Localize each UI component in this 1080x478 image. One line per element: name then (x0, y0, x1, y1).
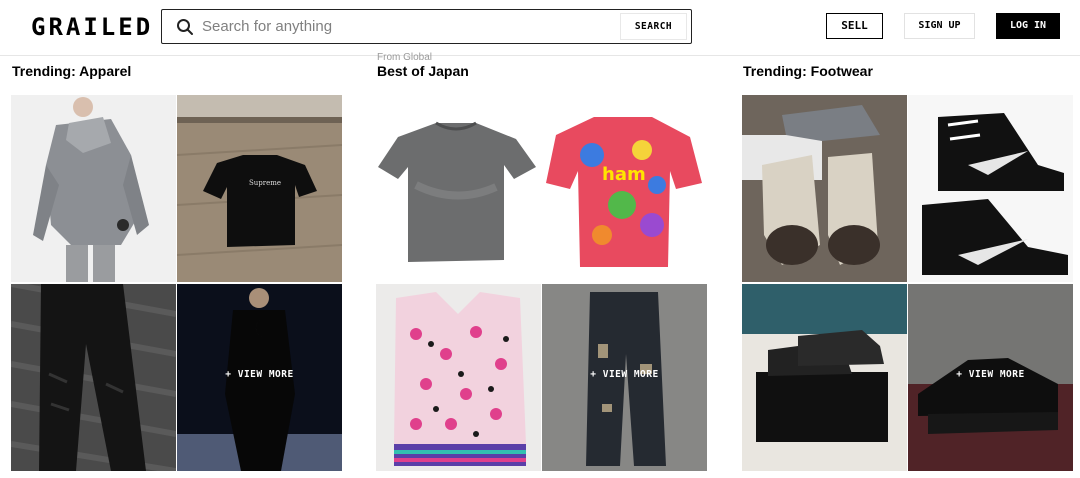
svg-text:Supreme: Supreme (249, 179, 281, 187)
product-image-tile[interactable] (376, 284, 541, 471)
sign-up-button[interactable]: SIGN UP (904, 13, 975, 39)
section-title[interactable]: Trending: Footwear (743, 63, 873, 79)
product-image-tile[interactable] (742, 95, 907, 282)
product-image-tile[interactable] (742, 284, 907, 471)
chanel-sneakers-image (742, 284, 907, 471)
product-grid: + VIEW MORE (742, 95, 1074, 471)
section-best-of-japan: From Global Best of Japan ham + VIEW MOR… (376, 52, 708, 478)
black-tee-image: Supreme (177, 95, 342, 282)
faded-grey-tee-image (376, 95, 541, 282)
product-image-tile[interactable] (11, 95, 176, 282)
product-image-tile[interactable]: ham (542, 95, 707, 282)
site-header: GRAILED SEARCH SELL SIGN UP LOG IN (0, 0, 1080, 56)
black-jeans-image (11, 284, 176, 471)
section-trending-footwear: Trending: Footwear + VIEW MORE (742, 56, 1074, 478)
search-input[interactable] (202, 14, 612, 39)
search-bar: SEARCH (161, 9, 692, 44)
search-button[interactable]: SEARCH (620, 13, 687, 40)
svg-text:ham: ham (602, 164, 646, 185)
product-grid: Supreme + VIEW MORE (11, 95, 343, 471)
product-image-tile[interactable] (908, 95, 1073, 282)
view-more-tile[interactable]: + VIEW MORE (908, 284, 1073, 471)
section-title[interactable]: Trending: Apparel (12, 63, 131, 79)
grey-anorak-image (11, 95, 176, 282)
product-grid: ham + VIEW MORE (376, 95, 708, 471)
view-more-tile[interactable]: + VIEW MORE (542, 284, 707, 471)
product-image-tile[interactable] (11, 284, 176, 471)
floral-shirt-image: ham (542, 95, 707, 282)
view-more-link[interactable]: + VIEW MORE (177, 369, 342, 380)
view-more-link[interactable]: + VIEW MORE (908, 369, 1073, 380)
section-title[interactable]: Best of Japan (377, 63, 469, 79)
product-image-tile[interactable]: Supreme (177, 95, 342, 282)
grailed-logo[interactable]: GRAILED (31, 13, 153, 41)
sell-button[interactable]: SELL (826, 13, 883, 39)
product-image-tile[interactable] (376, 95, 541, 282)
leopard-vest-image (376, 284, 541, 471)
section-trending-apparel: Trending: Apparel Supreme + VIEW MORE (11, 56, 343, 478)
view-more-link[interactable]: + VIEW MORE (542, 369, 707, 380)
log-in-button[interactable]: LOG IN (996, 13, 1060, 39)
section-kicker: From Global (377, 52, 433, 60)
view-more-tile[interactable]: + VIEW MORE (177, 284, 342, 471)
grey-sneakers-image (742, 95, 907, 282)
black-high-tops-image (908, 95, 1073, 282)
search-icon (177, 19, 193, 35)
